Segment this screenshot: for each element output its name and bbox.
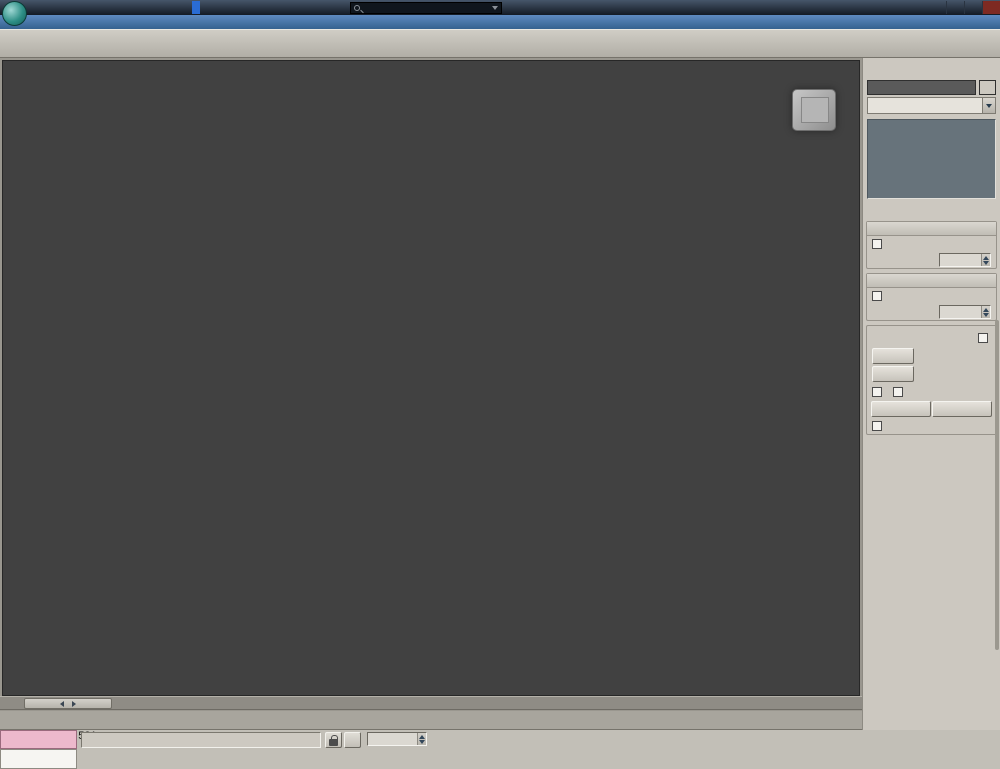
modifier-stack[interactable] bbox=[867, 119, 996, 199]
time-next-arrow-icon[interactable] bbox=[72, 700, 79, 707]
app-logo-icon[interactable] bbox=[2, 1, 27, 26]
about-axis-checkbox[interactable] bbox=[893, 387, 903, 397]
search-icon bbox=[354, 4, 360, 11]
connect-checkbox[interactable] bbox=[872, 239, 882, 249]
boolean-row bbox=[872, 348, 991, 364]
absolute-offset-toggle-button[interactable] bbox=[344, 732, 361, 748]
connect-row bbox=[867, 236, 996, 252]
weld-threshold-spinner[interactable] bbox=[939, 305, 991, 319]
rollout-auto-weld-header[interactable] bbox=[867, 274, 996, 288]
search-dropdown-arrow-icon[interactable] bbox=[492, 6, 498, 13]
maximize-button[interactable] bbox=[964, 1, 982, 14]
time-slider-handle[interactable] bbox=[24, 698, 112, 709]
window-controls bbox=[946, 1, 1000, 14]
viewcube-front-face[interactable] bbox=[801, 97, 829, 123]
rollout-connect-copy-header[interactable] bbox=[867, 222, 996, 236]
mini-listener-line[interactable] bbox=[0, 749, 77, 769]
trim-button[interactable] bbox=[871, 401, 931, 417]
modifier-list-dropdown[interactable] bbox=[867, 97, 996, 114]
object-name-row bbox=[863, 78, 1000, 96]
time-slider-track[interactable] bbox=[0, 696, 862, 710]
infinite-bounds-row bbox=[867, 418, 996, 434]
modifier-list-arrow[interactable] bbox=[982, 98, 995, 113]
mirror-spline-button[interactable] bbox=[872, 366, 914, 382]
center-row bbox=[867, 330, 996, 346]
macro-recorder-line[interactable] bbox=[0, 730, 77, 749]
copy-checkbox[interactable] bbox=[872, 387, 882, 397]
x-coordinate-group bbox=[365, 732, 427, 746]
viewport-canvas[interactable] bbox=[3, 61, 859, 695]
minimize-button[interactable] bbox=[946, 1, 964, 14]
status-bar: ... y at 443, z at 521 ... bbox=[0, 730, 1000, 769]
center-checkbox[interactable] bbox=[978, 333, 988, 343]
lock-icon bbox=[329, 734, 338, 746]
time-prev-arrow-icon[interactable] bbox=[57, 700, 64, 707]
weld-threshold-row bbox=[867, 304, 996, 320]
mirror-row bbox=[872, 366, 991, 382]
close-button[interactable] bbox=[982, 1, 1000, 14]
extend-button[interactable] bbox=[932, 401, 992, 417]
track-bar[interactable] bbox=[0, 711, 862, 730]
title-bar bbox=[0, 0, 1000, 15]
x-coordinate-field[interactable] bbox=[367, 732, 427, 746]
selection-lock-button[interactable] bbox=[325, 732, 342, 748]
connect-threshold-row bbox=[867, 252, 996, 268]
connect-threshold-spinner[interactable] bbox=[939, 253, 991, 267]
spinner-arrows-icon[interactable] bbox=[981, 306, 990, 318]
panel-scrollbar[interactable] bbox=[995, 320, 999, 650]
viewcube[interactable] bbox=[792, 89, 836, 131]
command-panel bbox=[862, 58, 1000, 732]
auto-weld-checkbox[interactable] bbox=[872, 291, 882, 301]
document-title-badge bbox=[192, 1, 200, 14]
boolean-button[interactable] bbox=[872, 348, 914, 364]
viewport-front[interactable] bbox=[2, 60, 860, 696]
command-panel-tabs bbox=[863, 58, 1000, 78]
trim-extend-row bbox=[871, 401, 992, 417]
spinner-arrows-icon[interactable] bbox=[981, 254, 990, 266]
status-selection-readout bbox=[81, 732, 321, 748]
geometry-section bbox=[866, 325, 997, 435]
chevron-down-icon bbox=[986, 104, 992, 111]
auto-weld-row bbox=[867, 288, 996, 304]
copy-axis-row bbox=[867, 384, 996, 400]
infinite-bounds-checkbox[interactable] bbox=[872, 421, 882, 431]
rollout-connect-copy bbox=[866, 221, 997, 269]
object-name-field[interactable] bbox=[867, 79, 976, 95]
main-toolbar bbox=[0, 29, 1000, 58]
rollout-auto-weld bbox=[866, 273, 997, 321]
search-box[interactable] bbox=[350, 1, 502, 14]
menu-bar bbox=[0, 15, 1000, 29]
modifier-stack-tools bbox=[867, 202, 996, 217]
object-color-swatch[interactable] bbox=[979, 79, 996, 95]
